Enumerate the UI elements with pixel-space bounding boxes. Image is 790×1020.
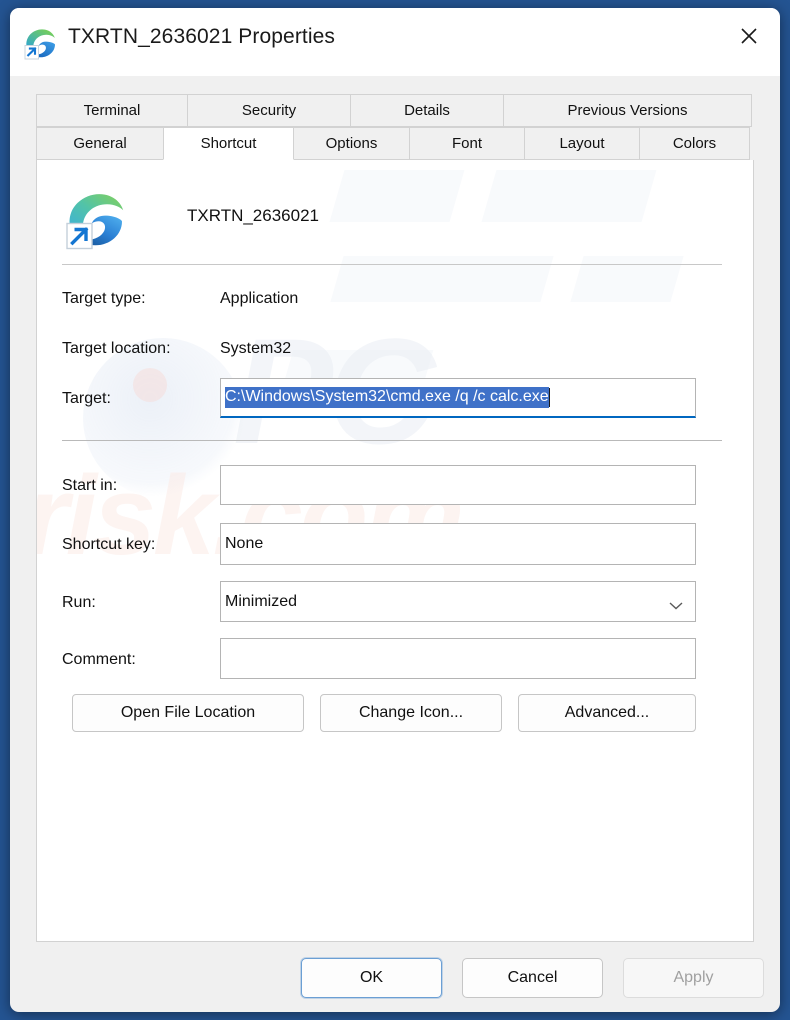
shortcut-key-input[interactable]: None	[220, 523, 696, 565]
target-divider	[62, 440, 722, 441]
target-location-value: System32	[220, 340, 292, 357]
tab-label: Font	[451, 135, 482, 152]
chevron-down-icon	[669, 597, 683, 609]
target-input-value: C:\Windows\System32\cmd.exe /q /c calc.e…	[225, 387, 549, 408]
tab-previous-versions[interactable]: Previous Versions	[503, 94, 752, 127]
comment-input[interactable]	[220, 638, 696, 679]
header-divider	[62, 264, 722, 265]
tab-label: Security	[241, 102, 297, 119]
tab-label: Colors	[672, 135, 717, 152]
shortcut-key-input-value: None	[225, 535, 264, 552]
text-caret	[548, 388, 550, 407]
tab-label: Previous Versions	[567, 102, 688, 119]
edge-shortcut-icon	[24, 26, 58, 60]
edge-shortcut-icon-large	[65, 188, 127, 250]
tab-shortcut[interactable]: Shortcut	[163, 127, 294, 161]
change-icon-button[interactable]: Change Icon...	[320, 694, 502, 732]
ok-button[interactable]: OK	[301, 958, 442, 998]
run-label: Run:	[62, 594, 96, 611]
open-file-location-button[interactable]: Open File Location	[72, 694, 304, 732]
button-label: Cancel	[507, 969, 558, 986]
button-label: Apply	[673, 969, 714, 986]
tab-font[interactable]: Font	[409, 127, 525, 160]
shortcut-key-label: Shortcut key:	[62, 536, 156, 553]
start-in-label: Start in:	[62, 477, 118, 494]
tab-label: Terminal	[83, 102, 141, 119]
button-label: Advanced...	[564, 704, 650, 721]
tab-general[interactable]: General	[36, 127, 164, 160]
cancel-button[interactable]: Cancel	[462, 958, 603, 998]
button-label: OK	[359, 969, 384, 986]
tab-label: Options	[325, 135, 378, 152]
tab-options[interactable]: Options	[293, 127, 410, 160]
button-label: Change Icon...	[358, 704, 464, 721]
run-dropdown-value: Minimized	[225, 592, 298, 610]
target-type-label: Target type:	[62, 290, 146, 307]
tab-security[interactable]: Security	[187, 94, 351, 127]
title-bar: TXRTN_2636021 Properties	[10, 8, 780, 76]
target-label: Target:	[62, 390, 111, 407]
tab-row-lower: General Shortcut Options Font Layout Col…	[36, 127, 754, 161]
comment-label: Comment:	[62, 651, 136, 668]
dialog-footer: OK Cancel Apply	[10, 942, 780, 1012]
tab-label: Details	[404, 102, 450, 119]
target-type-value: Application	[220, 290, 299, 307]
properties-dialog: TXRTN_2636021 Properties Terminal Securi…	[10, 8, 780, 1012]
shortcut-tab-panel: PC risk.com	[36, 160, 754, 942]
tab-terminal[interactable]: Terminal	[36, 94, 188, 127]
run-dropdown[interactable]: Minimized	[220, 581, 696, 622]
shortcut-name-label: TXRTN_2636021	[187, 206, 319, 225]
target-location-label: Target location:	[62, 340, 171, 357]
close-icon[interactable]	[718, 8, 780, 64]
tab-colors[interactable]: Colors	[639, 127, 750, 160]
tab-strip: Terminal Security Details Previous Versi…	[10, 76, 780, 162]
window-title: TXRTN_2636021 Properties	[68, 25, 335, 48]
button-label: Open File Location	[120, 704, 256, 721]
tab-label: Layout	[559, 135, 605, 152]
tab-details[interactable]: Details	[350, 94, 504, 127]
tab-layout[interactable]: Layout	[524, 127, 640, 160]
advanced-button[interactable]: Advanced...	[518, 694, 696, 732]
apply-button[interactable]: Apply	[623, 958, 764, 998]
target-input[interactable]: C:\Windows\System32\cmd.exe /q /c calc.e…	[220, 378, 696, 418]
tab-row-upper: Terminal Security Details Previous Versi…	[36, 94, 754, 127]
start-in-input[interactable]	[220, 465, 696, 505]
tab-label: Shortcut	[200, 135, 257, 152]
tab-label: General	[73, 135, 127, 152]
